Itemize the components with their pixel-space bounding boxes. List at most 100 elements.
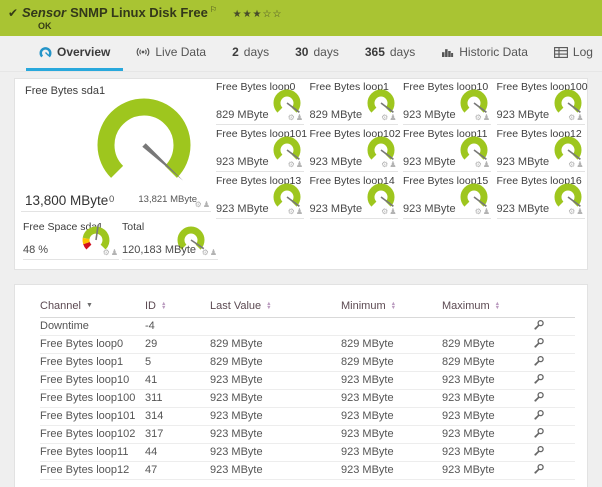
tab-label: Overview — [57, 45, 111, 59]
sort-icon: ▲ ▼ — [266, 300, 272, 311]
gauge-value: 923 MByte — [496, 156, 550, 168]
channel-name: Free Bytes loop102 — [40, 425, 145, 444]
tab-label: Log — [572, 45, 593, 59]
pin-icon[interactable]: ♟ — [483, 207, 490, 216]
flag-icon[interactable]: ⚐ — [210, 5, 217, 14]
gear-icon[interactable]: ⚙ — [288, 113, 295, 122]
channel-settings-wrench-icon[interactable] — [533, 463, 545, 478]
channel-actions — [533, 461, 575, 480]
pin-icon[interactable]: ♟ — [389, 160, 396, 169]
channel-actions — [533, 335, 575, 354]
pin-icon[interactable]: ♟ — [576, 113, 583, 122]
tab-2-days[interactable]: 2 days — [219, 36, 282, 71]
tab-30-days[interactable]: 30 days — [282, 36, 352, 71]
tab-overview[interactable]: Overview — [26, 36, 124, 71]
gauge-value: 923 MByte — [403, 203, 456, 215]
priority-stars[interactable]: ★★★☆☆ — [233, 9, 283, 20]
column-header-minimum[interactable]: Minimum ▲ ▼ — [332, 295, 433, 318]
tab-label: Historic Data — [459, 45, 528, 59]
pin-icon[interactable]: ♟ — [111, 248, 118, 257]
gauge-tile-free-bytes-loop16: Free Bytes loop16 923 MByte ⚙♟ — [496, 175, 585, 219]
gear-icon[interactable]: ⚙ — [475, 113, 482, 122]
gauge-icon — [39, 46, 52, 59]
gear-icon[interactable]: ⚙ — [568, 207, 575, 216]
gear-icon[interactable]: ⚙ — [475, 160, 482, 169]
gear-icon[interactable]: ⚙ — [288, 160, 295, 169]
gauge-hover-icons: ⚙♟ — [287, 207, 303, 216]
gauge-value: 923 MByte — [216, 156, 269, 168]
column-header-id[interactable]: ID ▲ ▼ — [145, 295, 201, 318]
tab-log[interactable]: Log — [541, 36, 602, 71]
pin-icon[interactable]: ♟ — [389, 207, 396, 216]
channel-settings-wrench-icon[interactable] — [533, 319, 545, 334]
gear-icon[interactable]: ⚙ — [288, 207, 295, 216]
channel-id: 47 — [145, 461, 201, 480]
channel-last-value: 923 MByte — [201, 443, 332, 462]
gear-icon[interactable]: ⚙ — [381, 207, 388, 216]
channel-settings-wrench-icon[interactable] — [533, 445, 545, 460]
gauge-hover-icons: ⚙♟ — [380, 160, 396, 169]
channel-settings-wrench-icon[interactable] — [533, 355, 545, 370]
pin-icon[interactable]: ♟ — [296, 160, 303, 169]
channel-settings-wrench-icon[interactable] — [533, 373, 545, 388]
pin-icon[interactable]: ♟ — [576, 207, 583, 216]
channel-settings-wrench-icon[interactable] — [533, 391, 545, 406]
channel-settings-wrench-icon[interactable] — [533, 337, 545, 352]
sensor-header: ✔ Sensor SNMP Linux Disk Free ⚐ ★★★☆☆ OK — [0, 0, 602, 36]
gauges-panel: Free Bytes sda1 13,800 MByte 0 13,821 MByte… — [14, 78, 588, 270]
pin-icon[interactable]: ♟ — [203, 200, 210, 209]
pin-icon[interactable]: ♟ — [296, 113, 303, 122]
content-area: Free Bytes sda1 13,800 MByte 0 13,821 MByte… — [0, 72, 602, 487]
pin-icon[interactable]: ♟ — [483, 113, 490, 122]
channel-name: Free Bytes loop1 — [40, 353, 145, 372]
channel-row-free-bytes-loop1: Free Bytes loop1 5 829 MByte 829 MByte 829 M… — [40, 353, 575, 372]
gauge-hover-icons: ⚙♟ — [567, 207, 583, 216]
gauge-tile-free-bytes-loop100: Free Bytes loop100 923 MByte ⚙♟ — [496, 81, 588, 125]
gauge-hover-icons: ⚙♟ — [474, 160, 490, 169]
pin-icon[interactable]: ♟ — [576, 160, 583, 169]
tab-historic-data[interactable]: Historic Data — [428, 36, 541, 71]
channel-last-value: 923 MByte — [201, 407, 332, 426]
sort-icon: ▲ ▼ — [390, 300, 397, 311]
tab-label: days — [389, 45, 416, 59]
gear-icon[interactable]: ⚙ — [475, 207, 482, 216]
channel-settings-wrench-icon[interactable] — [533, 409, 545, 424]
gauge-value: 48 % — [23, 244, 49, 256]
sort-icon: ▲ ▼ — [494, 300, 501, 311]
column-header-channel[interactable]: Channel ▼ — [40, 295, 145, 318]
gear-icon[interactable]: ⚙ — [202, 248, 209, 257]
status-ok-check-icon: ✔ — [8, 6, 19, 20]
channel-maximum: 923 MByte — [433, 407, 533, 426]
gauge-value: 923 MByte — [403, 156, 456, 168]
channel-id: -4 — [145, 317, 201, 336]
pin-icon[interactable]: ♟ — [389, 113, 396, 122]
pin-icon[interactable]: ♟ — [210, 248, 217, 257]
gear-icon[interactable]: ⚙ — [381, 113, 388, 122]
gauge-hover-icons: ⚙♟ — [102, 248, 118, 257]
gauge-value: 923 MByte — [309, 203, 363, 215]
tab-live-data[interactable]: Live Data — [123, 36, 219, 71]
pin-icon[interactable]: ♟ — [296, 207, 303, 216]
channel-name: Free Bytes loop0 — [40, 335, 145, 354]
channel-actions — [533, 389, 575, 408]
tab-label: days — [243, 45, 270, 59]
channel-maximum: 923 MByte — [433, 443, 533, 462]
column-header-last-value[interactable]: Last Value ▲ ▼ — [201, 295, 332, 318]
gauge-hover-icons: ⚙♟ — [380, 207, 396, 216]
gear-icon[interactable]: ⚙ — [195, 200, 202, 209]
gear-icon[interactable]: ⚙ — [568, 160, 575, 169]
gear-icon[interactable]: ⚙ — [103, 248, 110, 257]
gauge-value: 829 MByte — [216, 109, 269, 121]
gauge-hover-icons: ⚙♟ — [287, 113, 303, 122]
channel-name: Free Bytes loop12 — [40, 461, 145, 480]
channel-settings-wrench-icon[interactable] — [533, 427, 545, 442]
pin-icon[interactable]: ♟ — [483, 160, 490, 169]
column-header-maximum[interactable]: Maximum ▲ ▼ — [433, 295, 533, 318]
channel-row-free-bytes-loop101: Free Bytes loop101 314 923 MByte 923 MByte 9… — [40, 407, 575, 426]
channel-table-panel: Channel ▼ ID ▲ ▼ Last Value ▲ ▼ Minimum ▲ ▼ Maximum… — [14, 284, 588, 487]
channel-id: 317 — [145, 425, 201, 444]
gear-icon[interactable]: ⚙ — [381, 160, 388, 169]
log-icon — [553, 46, 568, 58]
gear-icon[interactable]: ⚙ — [568, 113, 575, 122]
tab-365-days[interactable]: 365 days — [352, 36, 428, 71]
